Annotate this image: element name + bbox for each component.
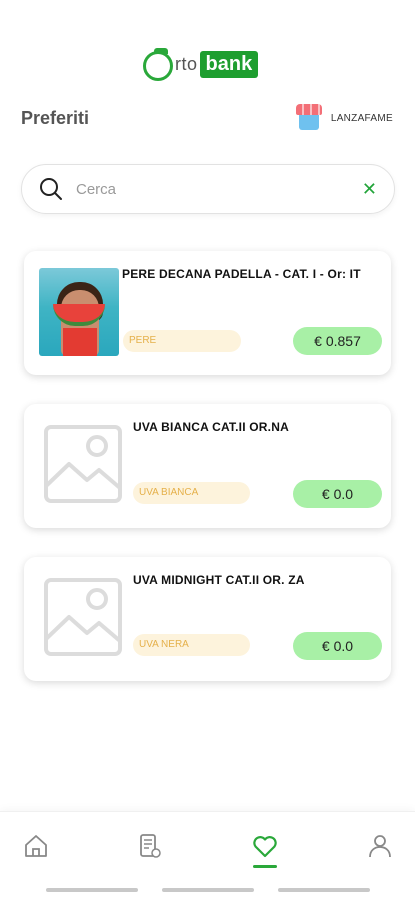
product-name: PERE DECANA PADELLA - CAT. I - Or: IT	[122, 267, 361, 281]
search-bar[interactable]: ✕	[21, 164, 395, 214]
tomato-o-icon	[143, 48, 173, 81]
store-name: LANZAFAME	[330, 112, 393, 124]
home-icon[interactable]	[22, 832, 50, 860]
search-icon[interactable]	[39, 177, 63, 201]
category-badge: UVA NERA	[133, 634, 250, 656]
price-tag: € 0.0	[293, 632, 382, 660]
gesture-bar	[46, 888, 138, 892]
favorite-item-card[interactable]: UVA BIANCA CAT.II OR.NA UVA BIANCA € 0.0	[24, 404, 391, 528]
bottom-navigation	[0, 811, 415, 900]
clear-search-icon[interactable]: ✕	[362, 179, 377, 200]
product-name: UVA BIANCA CAT.II OR.NA	[133, 420, 289, 434]
logo-text-bank: bank	[199, 50, 259, 78]
image-placeholder-icon	[44, 425, 122, 503]
orders-icon[interactable]	[136, 832, 164, 860]
user-icon[interactable]	[366, 832, 394, 860]
gesture-bar	[278, 888, 370, 892]
heart-icon[interactable]	[251, 832, 279, 860]
favorite-item-card[interactable]: PERE DECANA PADELLA - CAT. I - Or: IT PE…	[24, 251, 391, 375]
product-name: UVA MIDNIGHT CAT.II OR. ZA	[133, 573, 305, 587]
price-tag: € 0.0	[293, 480, 382, 508]
app-logo: rto bank	[143, 46, 259, 82]
category-badge: PERE	[123, 330, 241, 352]
store-icon	[295, 104, 322, 132]
price-tag: € 0.857	[293, 327, 382, 355]
active-tab-indicator	[253, 865, 277, 868]
page-title: Preferiti	[21, 108, 90, 128]
product-photo	[39, 268, 119, 356]
gesture-bar	[162, 888, 254, 892]
store-selector[interactable]: LANZAFAME	[295, 104, 393, 132]
category-badge: UVA BIANCA	[133, 482, 250, 504]
favorite-item-card[interactable]: UVA MIDNIGHT CAT.II OR. ZA UVA NERA € 0.…	[24, 557, 391, 681]
image-placeholder-icon	[44, 578, 122, 656]
logo-text-rto: rto	[175, 53, 198, 74]
search-input[interactable]	[74, 179, 348, 199]
